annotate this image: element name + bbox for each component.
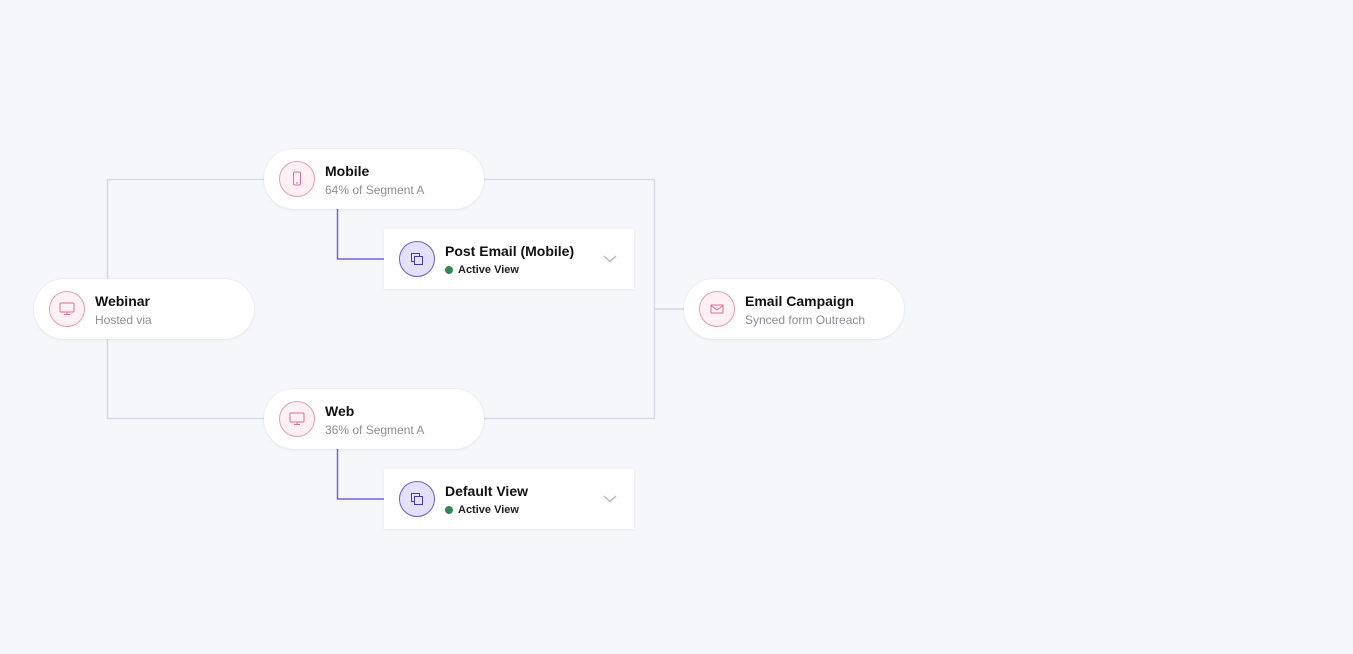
monitor-icon (49, 291, 85, 327)
node-email-campaign[interactable]: Email Campaign Synced form Outreach (684, 279, 904, 339)
connector-mobile-view (336, 209, 385, 260)
status-label: Active View (458, 264, 519, 276)
connector-mobile-email (483, 178, 656, 420)
copy-icon (399, 241, 435, 277)
view-title: Post Email (Mobile) (445, 243, 575, 259)
status-active-dot-icon (445, 506, 453, 514)
connector-webinar-web (106, 339, 265, 420)
mail-icon (699, 291, 735, 327)
node-title: Webinar (95, 293, 150, 309)
view-status: Active View (445, 504, 519, 516)
connector-webinar-mobile (106, 178, 265, 279)
node-title: Email Campaign (745, 293, 854, 309)
flow-canvas: Webinar Hosted via Mobile 64% of Segment… (0, 0, 1353, 654)
node-subtitle: 64% of Segment A (325, 183, 425, 197)
copy-icon (399, 481, 435, 517)
view-title: Default View (445, 483, 528, 499)
connector-web-view (336, 449, 385, 500)
status-active-dot-icon (445, 266, 453, 274)
smartphone-icon (279, 161, 315, 197)
monitor-icon (279, 401, 315, 437)
view-status: Active View (445, 264, 519, 276)
view-card-default-view[interactable]: Default View Active View (384, 469, 634, 529)
chevron-down-icon[interactable] (600, 489, 620, 509)
node-title: Mobile (325, 163, 370, 179)
status-label: Active View (458, 504, 519, 516)
view-card-post-email-mobile[interactable]: Post Email (Mobile) Active View (384, 229, 634, 289)
node-subtitle: Hosted via (95, 313, 152, 327)
node-subtitle: Synced form Outreach (745, 313, 866, 327)
chevron-down-icon[interactable] (600, 249, 620, 269)
node-webinar[interactable]: Webinar Hosted via (34, 279, 254, 339)
node-title: Web (325, 403, 355, 419)
node-mobile[interactable]: Mobile 64% of Segment A (264, 149, 484, 209)
node-web[interactable]: Web 36% of Segment A (264, 389, 484, 449)
node-subtitle: 36% of Segment A (325, 423, 425, 437)
